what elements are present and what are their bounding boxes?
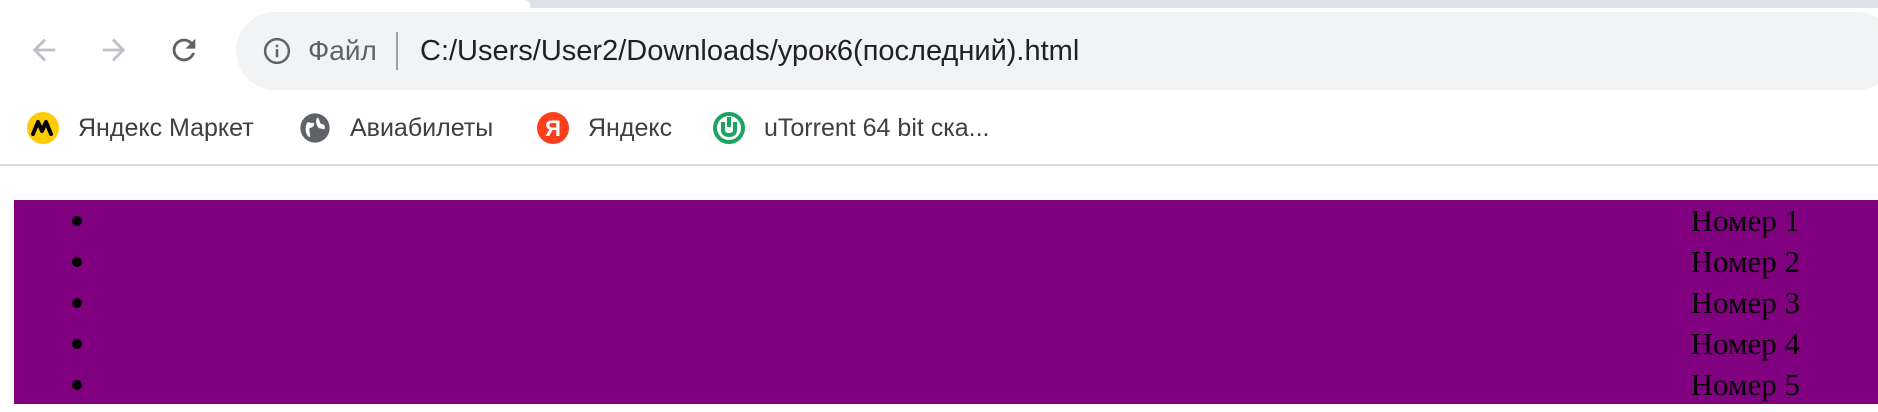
svg-text:Я: Я — [545, 116, 561, 141]
active-tab-edge — [0, 0, 530, 8]
arrow-right-icon — [102, 38, 126, 62]
bookmark-label: Авиабилеты — [350, 113, 494, 142]
reload-icon — [172, 38, 196, 62]
page-content: Номер 1 Номер 2 Номер 3 Номер 4 Номер 5 — [0, 166, 1878, 412]
yandex-icon: Я — [536, 111, 570, 145]
utorrent-icon — [712, 111, 746, 145]
back-button[interactable] — [20, 26, 68, 74]
arrow-left-icon — [32, 38, 56, 62]
list-item-label: Номер 1 — [1690, 203, 1800, 238]
bookmark-label: uTorrent 64 bit ска... — [764, 113, 990, 142]
list-item: Номер 2 — [14, 241, 1878, 282]
list-item: Номер 5 — [14, 364, 1878, 405]
reload-button[interactable] — [160, 26, 208, 74]
omnibox-separator — [396, 32, 398, 70]
yandex-market-icon — [26, 111, 60, 145]
list-item: Номер 4 — [14, 323, 1878, 364]
bookmark-aviabilety[interactable]: Авиабилеты — [298, 106, 493, 150]
purple-list: Номер 1 Номер 2 Номер 3 Номер 4 Номер 5 — [14, 200, 1878, 404]
list-item-label: Номер 3 — [1690, 285, 1800, 320]
bullet-icon — [72, 216, 82, 226]
forward-button[interactable] — [90, 26, 138, 74]
list-item-label: Номер 4 — [1690, 326, 1800, 361]
browser-toolbar: Файл C:/Users/User2/Downloads/урок6(посл… — [0, 8, 1878, 96]
scheme-label: Файл — [308, 35, 377, 66]
bullet-icon — [72, 380, 82, 390]
globe-icon — [298, 111, 332, 145]
list-item-label: Номер 2 — [1690, 244, 1800, 279]
list-item-label: Номер 5 — [1690, 367, 1800, 402]
address-bar[interactable]: Файл C:/Users/User2/Downloads/урок6(посл… — [236, 12, 1878, 90]
bullet-icon — [72, 257, 82, 267]
list-item: Номер 1 — [14, 200, 1878, 241]
tab-strip — [0, 0, 1878, 8]
bullet-icon — [72, 298, 82, 308]
bookmark-label: Яндекс — [588, 113, 673, 142]
bookmark-yandex[interactable]: Я Яндекс — [536, 106, 672, 150]
list-item: Номер 3 — [14, 282, 1878, 323]
info-icon — [263, 37, 291, 65]
bookmarks-bar: Яндекс Маркет Авиабилеты Я Яндекс uTorre… — [0, 96, 1878, 166]
bookmark-yandex-market[interactable]: Яндекс Маркет — [26, 106, 254, 150]
url-text[interactable]: C:/Users/User2/Downloads/урок6(последний… — [420, 32, 1079, 70]
bookmark-utorrent[interactable]: uTorrent 64 bit ска... — [712, 106, 990, 150]
site-info-button[interactable] — [260, 34, 294, 68]
bookmark-label: Яндекс Маркет — [78, 113, 254, 142]
bullet-icon — [72, 339, 82, 349]
